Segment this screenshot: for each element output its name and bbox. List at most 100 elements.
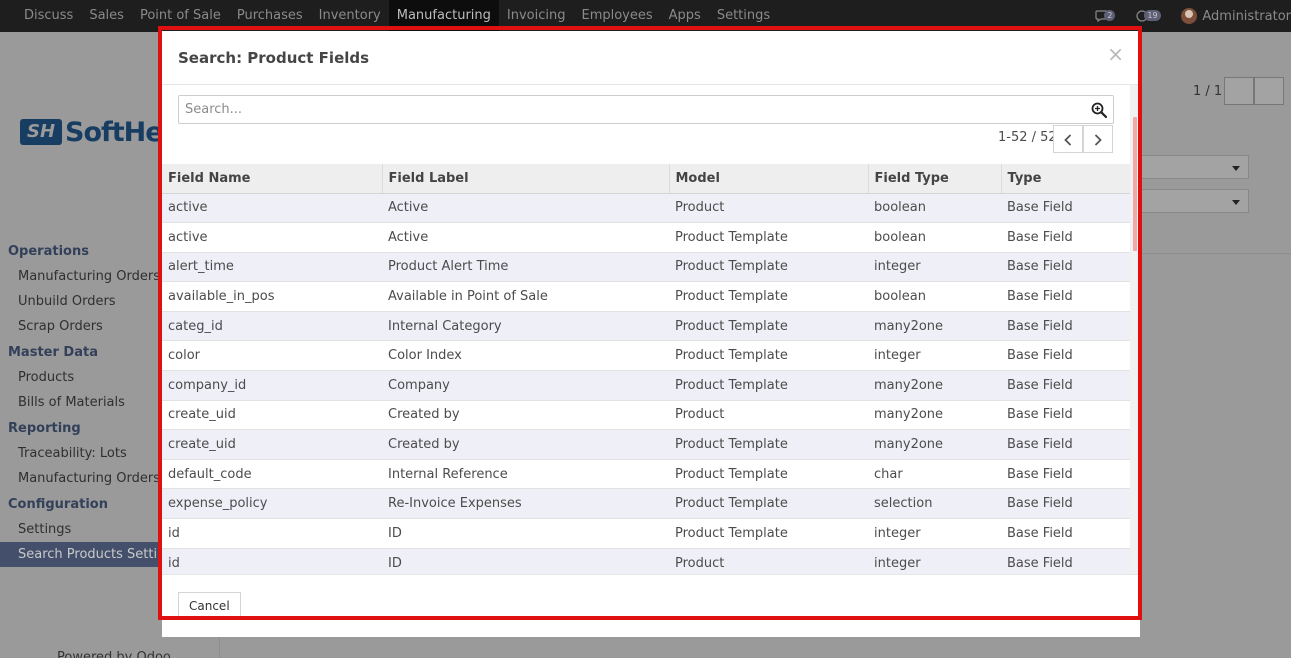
background-pager-prev: [1224, 77, 1254, 105]
cell-field-type: integer: [874, 555, 921, 571]
nav-item-point-of-sale[interactable]: Point of Sale: [132, 0, 229, 32]
cell-field-label: Created by: [388, 437, 460, 453]
chat-icon[interactable]: 2: [1095, 8, 1117, 24]
nav-item-inventory[interactable]: Inventory: [311, 0, 389, 32]
table-row[interactable]: color Color Index Product Template integer B…: [162, 340, 1130, 371]
cell-field-label: Active: [388, 229, 429, 245]
cell-field-name: categ_id: [168, 318, 223, 334]
background-select-2: [1135, 189, 1249, 213]
search-input[interactable]: [179, 96, 1079, 123]
table-row[interactable]: company_id Company Product Template many2on…: [162, 370, 1130, 401]
table-row[interactable]: create_uid Created by Product many2one Base …: [162, 400, 1130, 430]
table-row[interactable]: expense_policy Re-Invoice Expenses Product…: [162, 488, 1130, 519]
background-pager-next: [1254, 77, 1284, 105]
search-icon[interactable]: [1091, 102, 1107, 118]
chevron-left-icon: [1064, 134, 1072, 146]
navbar-systray: 2 19 Administrator: [1083, 0, 1291, 32]
table-header-row: Field Name Field Label Model Field Type Type: [162, 164, 1130, 194]
user-avatar[interactable]: [1181, 8, 1198, 24]
scrollbar-thumb[interactable]: [1133, 117, 1137, 251]
search-product-fields-dialog: Search: Product Fields × 1-52 / 52: [162, 31, 1140, 637]
table-row[interactable]: default_code Internal Reference Product Te…: [162, 459, 1130, 489]
cell-field-name: available_in_pos: [168, 289, 275, 305]
main-menu: Discuss Sales Point of Sale Purchases Invent…: [16, 0, 778, 32]
cell-type: Base Field: [1007, 555, 1073, 571]
table-row[interactable]: id ID Product Template integer Base Field: [162, 518, 1130, 549]
nav-item-settings[interactable]: Settings: [709, 0, 778, 32]
cell-field-label: Internal Category: [388, 318, 502, 334]
cell-field-name: expense_policy: [168, 496, 268, 512]
cancel-button[interactable]: Cancel: [178, 592, 241, 620]
cell-field-label: Active: [388, 200, 429, 216]
cell-field-name: id: [168, 555, 180, 571]
cell-field-name: create_uid: [168, 407, 236, 423]
cell-field-label: Color Index: [388, 348, 462, 364]
table-row[interactable]: available_in_pos Available in Point of Sa…: [162, 281, 1130, 312]
nav-item-invoicing[interactable]: Invoicing: [499, 0, 574, 32]
close-icon[interactable]: ×: [1107, 44, 1124, 64]
modal-body: 1-52 / 52 Field NameField LabelModelFiel…: [162, 85, 1140, 574]
nav-item-manufacturing[interactable]: Manufacturing: [388, 0, 499, 32]
cell-field-label: Internal Reference: [388, 466, 508, 482]
cell-field-name: color: [168, 348, 201, 364]
cell-type: Base Field: [1007, 377, 1073, 393]
cell-field-label: Company: [388, 377, 450, 393]
activity-badge: 19: [1144, 10, 1161, 21]
cell-field-name: active: [168, 229, 208, 245]
cell-model: Product: [675, 200, 725, 216]
cell-field-label: Re-Invoice Expenses: [388, 496, 522, 512]
cell-field-name: default_code: [168, 466, 252, 482]
column-header-field-name[interactable]: Field Name: [162, 164, 383, 194]
nav-item-employees[interactable]: Employees: [573, 0, 660, 32]
cell-model: Product Template: [675, 377, 788, 393]
cell-field-type: many2one: [874, 407, 944, 423]
company-logo: SH SoftHea: [20, 116, 181, 148]
background-pager: 1 / 1: [1193, 84, 1223, 99]
chat-badge: 2: [1104, 10, 1116, 21]
cell-field-type: integer: [874, 259, 921, 275]
modal-header: Search: Product Fields ×: [162, 31, 1140, 85]
top-navbar: Discuss Sales Point of Sale Purchases Invent…: [0, 0, 1291, 32]
pager-next-button[interactable]: [1083, 125, 1113, 153]
cell-field-type: char: [874, 466, 903, 482]
cell-field-label: Product Alert Time: [388, 259, 509, 275]
background-select-1: [1135, 155, 1249, 179]
nav-item-discuss[interactable]: Discuss: [16, 0, 81, 32]
cell-model: Product Template: [675, 437, 788, 453]
cell-field-type: boolean: [874, 200, 926, 216]
table-row[interactable]: active Active Product Template boolean Base …: [162, 222, 1130, 253]
cell-model: Product Template: [675, 318, 788, 334]
cell-model: Product: [675, 555, 725, 571]
cell-type: Base Field: [1007, 200, 1073, 216]
pager-value: 1-52 / 52: [998, 130, 1057, 145]
activity-icon[interactable]: 19: [1135, 8, 1161, 24]
pager-previous-button[interactable]: [1053, 125, 1083, 153]
column-header-field-label[interactable]: Field Label: [382, 164, 670, 194]
table-row[interactable]: alert_time Product Alert Time Product Temp…: [162, 252, 1130, 282]
nav-item-apps[interactable]: Apps: [661, 0, 709, 32]
nav-item-purchases[interactable]: Purchases: [229, 0, 311, 32]
column-header-type[interactable]: Type: [1001, 164, 1130, 194]
nav-item-sales[interactable]: Sales: [81, 0, 132, 32]
user-menu[interactable]: Administrator: [1202, 9, 1291, 24]
cell-field-type: many2one: [874, 377, 944, 393]
cell-model: Product: [675, 407, 725, 423]
table-row[interactable]: id ID Product integer Base Field: [162, 548, 1130, 574]
scrollbar[interactable]: [1130, 85, 1140, 574]
cell-field-type: boolean: [874, 289, 926, 305]
cell-type: Base Field: [1007, 348, 1073, 364]
cell-type: Base Field: [1007, 318, 1073, 334]
cell-field-name: id: [168, 525, 180, 541]
table-row[interactable]: create_uid Created by Product Template many…: [162, 429, 1130, 460]
cell-field-type: many2one: [874, 318, 944, 334]
table-row[interactable]: active Active Product boolean Base Field: [162, 193, 1130, 223]
cell-field-name: create_uid: [168, 437, 236, 453]
column-header-model[interactable]: Model: [669, 164, 869, 194]
cell-type: Base Field: [1007, 289, 1073, 305]
cell-field-name: active: [168, 200, 208, 216]
table-row[interactable]: categ_id Internal Category Product Templat…: [162, 311, 1130, 341]
cell-type: Base Field: [1007, 229, 1073, 245]
cell-field-label: Available in Point of Sale: [388, 289, 548, 305]
column-header-field-type[interactable]: Field Type: [868, 164, 1002, 194]
cell-model: Product Template: [675, 525, 788, 541]
